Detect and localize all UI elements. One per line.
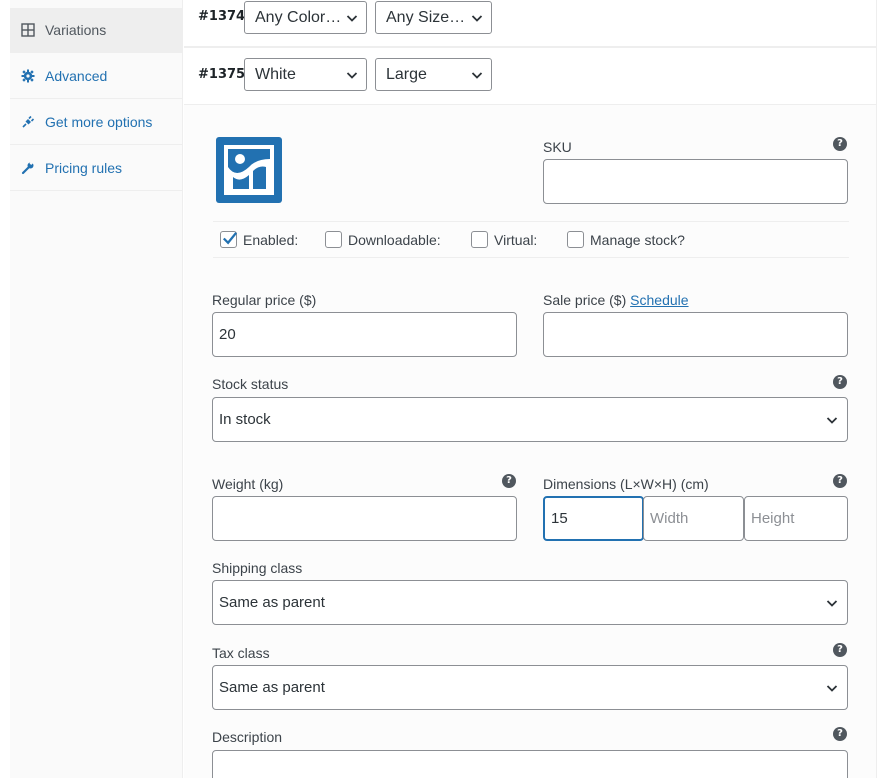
description-label: Description — [212, 729, 283, 745]
variation-row[interactable]: #1375 White Large — [184, 48, 876, 105]
select-value: Same as parent — [219, 679, 325, 696]
checkmark-icon — [222, 232, 238, 245]
help-icon[interactable]: ? — [833, 643, 847, 657]
image-placeholder-icon — [224, 145, 274, 195]
plug-icon — [21, 115, 35, 129]
checkbox-unchecked[interactable] — [567, 231, 584, 248]
chevron-down-icon — [826, 417, 838, 424]
sidebar-item-label: Advanced — [45, 68, 108, 84]
width-input[interactable]: Width — [643, 496, 744, 541]
grid-icon — [21, 23, 35, 37]
checkbox-checked[interactable] — [220, 231, 238, 248]
chevron-down-icon — [826, 600, 838, 607]
help-icon[interactable]: ? — [502, 474, 516, 488]
sidebar-item-label: Pricing rules — [45, 160, 123, 176]
stock-status-select[interactable]: In stock — [212, 397, 848, 442]
sidebar-item-get-more-options[interactable]: Get more options — [10, 100, 183, 145]
sale-price-label: Sale price ($) Schedule — [543, 292, 689, 308]
variation-id: #1375 — [198, 67, 246, 82]
dimensions-label: Dimensions (L×W×H) (cm) — [543, 476, 709, 492]
checkbox-unchecked[interactable] — [325, 231, 342, 248]
select-value: Large — [386, 66, 427, 83]
variation-options-row: Enabled: Downloadable: Virtual: Manage s… — [213, 221, 849, 258]
variations-panel: #1374 Any Color… Any Size… #1375 White L… — [184, 0, 876, 778]
length-input[interactable]: 15 — [543, 496, 644, 541]
regular-price-label: Regular price ($) — [212, 292, 317, 308]
sidebar-item-label: Get more options — [45, 114, 153, 130]
checkbox-label: Enabled: — [243, 231, 299, 248]
chevron-down-icon — [826, 685, 838, 692]
height-input[interactable]: Height — [744, 496, 848, 541]
select-value: White — [255, 66, 296, 83]
chevron-down-icon — [346, 72, 358, 79]
chevron-down-icon — [346, 15, 358, 22]
sidebar-item-label: Variations — [45, 22, 107, 38]
schedule-link[interactable]: Schedule — [630, 292, 688, 308]
weight-label: Weight (kg) — [212, 476, 284, 492]
sidebar-item-variations[interactable]: Variations — [10, 8, 183, 53]
tax-class-label: Tax class — [212, 645, 270, 661]
checkbox-unchecked[interactable] — [471, 231, 488, 248]
variation-detail: SKU ? Enabled: Downloadable: Virtual: Ma… — [184, 105, 876, 778]
chevron-down-icon — [471, 72, 483, 79]
weight-input[interactable] — [212, 496, 517, 541]
sidebar-item-advanced[interactable]: Advanced — [10, 54, 183, 99]
virtual-checkbox[interactable]: Virtual: — [471, 231, 537, 248]
sale-price-text: Sale price ($) — [543, 292, 627, 308]
help-icon[interactable]: ? — [833, 137, 847, 151]
select-value: Any Color… — [255, 9, 342, 26]
chevron-down-icon — [471, 15, 483, 22]
variation-size-select[interactable]: Any Size… — [375, 1, 492, 34]
manage-stock-checkbox[interactable]: Manage stock? — [567, 231, 685, 248]
sale-price-input[interactable] — [543, 312, 848, 357]
downloadable-checkbox[interactable]: Downloadable: — [325, 231, 441, 248]
stock-status-label: Stock status — [212, 376, 289, 392]
variation-row[interactable]: #1374 Any Color… Any Size… — [184, 0, 876, 48]
wrench-icon — [21, 161, 35, 175]
product-data-tabs: Variations Advanced Get more options Pri… — [0, 0, 183, 778]
sku-label: SKU — [543, 139, 572, 155]
sidebar-item-pricing-rules[interactable]: Pricing rules — [10, 146, 183, 191]
select-value: Any Size… — [386, 9, 466, 26]
variation-size-select[interactable]: Large — [375, 58, 492, 91]
description-textarea[interactable] — [212, 750, 848, 778]
shipping-class-label: Shipping class — [212, 560, 303, 576]
checkbox-label: Downloadable: — [348, 231, 441, 248]
help-icon[interactable]: ? — [833, 727, 847, 741]
sidebar-edge — [0, 0, 10, 778]
regular-price-input[interactable]: 20 — [212, 312, 517, 357]
variation-color-select[interactable]: Any Color… — [244, 1, 367, 34]
help-icon[interactable]: ? — [833, 474, 847, 488]
select-value: In stock — [219, 411, 271, 428]
variation-image-button[interactable] — [216, 137, 282, 203]
enabled-checkbox[interactable]: Enabled: — [220, 231, 298, 248]
checkbox-label: Manage stock? — [590, 231, 685, 248]
select-value: Same as parent — [219, 594, 325, 611]
shipping-class-select[interactable]: Same as parent — [212, 580, 848, 625]
scrollbar[interactable] — [876, 0, 886, 778]
checkbox-label: Virtual: — [494, 231, 538, 248]
gear-icon — [21, 69, 35, 83]
help-icon[interactable]: ? — [833, 375, 847, 389]
variation-color-select[interactable]: White — [244, 58, 367, 91]
sku-input[interactable] — [543, 159, 848, 204]
variation-id: #1374 — [198, 9, 246, 24]
tax-class-select[interactable]: Same as parent — [212, 665, 848, 710]
